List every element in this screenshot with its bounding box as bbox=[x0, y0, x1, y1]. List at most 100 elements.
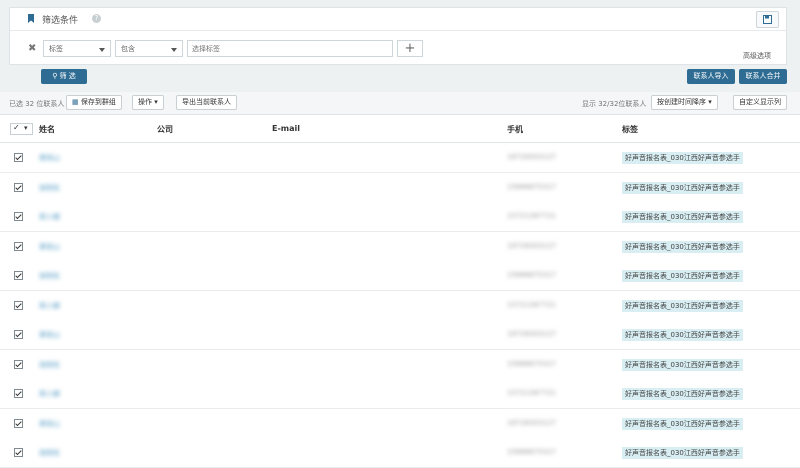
contact-phone: 18728303127 bbox=[507, 153, 556, 161]
table-row[interactable]: 胡雨松 15886875317 好声音报名表_030江西好声音参选手 bbox=[0, 261, 800, 291]
contact-name[interactable]: 蒋小娜 bbox=[39, 212, 60, 222]
contact-tag: 好声音报名表_030江西好声音参选手 bbox=[622, 447, 743, 459]
row-checkbox[interactable] bbox=[14, 241, 23, 251]
column-header-email[interactable]: E-mail bbox=[272, 124, 300, 133]
select-all-checkbox[interactable]: ✓ ▾ bbox=[10, 123, 33, 135]
column-header-tags[interactable]: 标签 bbox=[622, 124, 638, 135]
row-checkbox[interactable] bbox=[14, 418, 23, 428]
contact-tag: 好声音报名表_030江西好声音参选手 bbox=[622, 417, 743, 430]
contact-phone: 15886875317 bbox=[507, 182, 556, 191]
contact-tag: 好声音报名表_030江西好声音参选手 bbox=[622, 270, 743, 282]
table-row[interactable]: 蒋小娜 15721387721 好声音报名表_030江西好声音参选手 bbox=[0, 202, 800, 232]
contact-name[interactable]: 黄雨山 bbox=[39, 330, 60, 340]
contact-tag: 好声音报名表_030江西好声音参选手 bbox=[622, 358, 743, 371]
floppy-icon bbox=[763, 15, 772, 24]
contact-tag: 好声音报名表_030江西好声音参选手 bbox=[622, 329, 743, 341]
add-condition-button[interactable]: + bbox=[397, 40, 423, 57]
help-icon[interactable]: ? bbox=[92, 14, 101, 23]
sort-label: 按创建时间降序 bbox=[657, 98, 706, 106]
filter-button[interactable]: ⚲ 筛 选 bbox=[41, 69, 87, 84]
contact-name[interactable]: 黄雨山 bbox=[39, 242, 60, 252]
field-select[interactable]: 标签 bbox=[43, 40, 111, 57]
checkmark-icon: ✓ bbox=[13, 123, 20, 132]
row-checkbox[interactable] bbox=[14, 182, 23, 192]
table-row[interactable]: 胡雨松 15886875317 好声音报名表_030江西好声音参选手 bbox=[0, 438, 800, 468]
actions-label: 操作 bbox=[138, 98, 152, 106]
sort-dropdown[interactable]: 按创建时间降序 ▾ bbox=[651, 95, 718, 110]
table-row[interactable]: 胡雨松 15886875317 好声音报名表_030江西好声音参选手 bbox=[0, 172, 800, 203]
advanced-options-link[interactable]: 高级选项 bbox=[743, 51, 771, 61]
save-filter-button[interactable] bbox=[756, 11, 779, 28]
column-header-name[interactable]: 姓名 bbox=[39, 124, 55, 135]
caret-down-icon: ▾ bbox=[24, 124, 28, 132]
import-contacts-button[interactable]: 联系人导入 bbox=[687, 69, 735, 84]
chevron-down-icon bbox=[171, 48, 177, 52]
filter-panel-header: 筛选条件 ? bbox=[10, 8, 786, 31]
showing-count: 显示 32/32位联系人 bbox=[582, 100, 647, 108]
contact-phone: 15886875317 bbox=[507, 448, 556, 456]
caret-down-icon: ▾ bbox=[154, 98, 158, 106]
row-checkbox[interactable] bbox=[14, 300, 23, 310]
column-header-company[interactable]: 公司 bbox=[157, 124, 173, 135]
operator-select[interactable]: 包含 bbox=[115, 40, 183, 57]
contact-tag: 好声音报名表_030江西好声音参选手 bbox=[622, 388, 743, 400]
actions-dropdown[interactable]: 操作 ▾ bbox=[132, 95, 164, 110]
tag-value-input[interactable] bbox=[187, 40, 393, 57]
field-select-value: 标签 bbox=[49, 45, 63, 53]
contact-name[interactable]: 蒋小娜 bbox=[39, 389, 60, 399]
export-contacts-button[interactable]: 导出当前联系人 bbox=[176, 95, 237, 110]
column-header-phone[interactable]: 手机 bbox=[507, 124, 523, 135]
table-row[interactable]: 黄雨山 18728303127 好声音报名表_030江西好声音参选手 bbox=[0, 408, 800, 439]
contact-name[interactable]: 黄雨山 bbox=[39, 153, 60, 163]
remove-condition-icon[interactable]: ✖ bbox=[28, 44, 36, 54]
selected-count: 已选 32 位联系人 bbox=[9, 100, 65, 108]
contact-tag: 好声音报名表_030江西好声音参选手 bbox=[622, 181, 743, 194]
operator-select-value: 包含 bbox=[121, 45, 135, 53]
contact-phone: 18728303127 bbox=[507, 418, 556, 427]
contact-phone: 15721387721 bbox=[507, 212, 556, 220]
contact-phone: 15886875317 bbox=[507, 359, 556, 368]
search-icon: ⚲ bbox=[52, 72, 58, 80]
contact-phone: 15721387721 bbox=[507, 389, 556, 397]
contact-name[interactable]: 胡雨松 bbox=[39, 360, 60, 370]
table-row[interactable]: 黄雨山 18728303127 好声音报名表_030江西好声音参选手 bbox=[0, 143, 800, 173]
contact-tag: 好声音报名表_030江西好声音参选手 bbox=[622, 152, 743, 164]
merge-contacts-button[interactable]: 联系人合并 bbox=[739, 69, 787, 84]
contact-phone: 15886875317 bbox=[507, 271, 556, 279]
row-checkbox[interactable] bbox=[14, 389, 23, 398]
filter-title: 筛选条件 bbox=[42, 16, 79, 26]
list-toolbar: 已选 32 位联系人 ▦ 保存到群组 操作 ▾ 导出当前联系人 显示 32/32… bbox=[0, 92, 800, 115]
contact-tag: 好声音报名表_030江西好声音参选手 bbox=[622, 211, 743, 223]
row-checkbox[interactable] bbox=[14, 448, 23, 457]
caret-down-icon: ▾ bbox=[708, 98, 712, 106]
contact-tag: 好声音报名表_030江西好声音参选手 bbox=[622, 299, 743, 312]
table-row[interactable]: 蒋小娜 15721387721 好声音报名表_030江西好声音参选手 bbox=[0, 290, 800, 321]
table-row[interactable]: 黄雨山 18728303127 好声音报名表_030江西好声音参选手 bbox=[0, 231, 800, 262]
contact-name[interactable]: 蒋小娜 bbox=[39, 301, 60, 311]
contact-tag: 好声音报名表_030江西好声音参选手 bbox=[622, 240, 743, 253]
custom-columns-button[interactable]: 自定义显示列 bbox=[733, 95, 787, 110]
row-checkbox[interactable] bbox=[14, 271, 23, 280]
contact-phone: 18728303127 bbox=[507, 241, 556, 250]
contact-name[interactable]: 胡雨松 bbox=[39, 183, 60, 193]
chevron-down-icon bbox=[99, 48, 105, 52]
table-header: ✓ ▾ 姓名 公司 E-mail 手机 标签 bbox=[0, 115, 800, 144]
table-row[interactable]: 蒋小娜 15721387721 好声音报名表_030江西好声音参选手 bbox=[0, 379, 800, 409]
row-checkbox[interactable] bbox=[14, 330, 23, 339]
contact-name[interactable]: 胡雨松 bbox=[39, 271, 60, 281]
grid-icon: ▦ bbox=[72, 98, 79, 106]
contact-name[interactable]: 胡雨松 bbox=[39, 448, 60, 458]
filter-panel: 筛选条件 ? ✖ 标签 包含 + 高级选项 bbox=[9, 7, 787, 65]
row-checkbox[interactable] bbox=[14, 212, 23, 221]
filter-button-label: 筛 选 bbox=[59, 72, 76, 80]
contact-phone: 15721387721 bbox=[507, 300, 556, 309]
contact-name[interactable]: 黄雨山 bbox=[39, 419, 60, 429]
save-to-group-label: 保存到群组 bbox=[80, 98, 116, 106]
bookmark-icon bbox=[28, 14, 34, 23]
row-checkbox[interactable] bbox=[14, 153, 23, 162]
save-to-group-button[interactable]: ▦ 保存到群组 bbox=[66, 95, 122, 110]
table-row[interactable]: 黄雨山 18728303127 好声音报名表_030江西好声音参选手 bbox=[0, 320, 800, 350]
table-row[interactable]: 胡雨松 15886875317 好声音报名表_030江西好声音参选手 bbox=[0, 349, 800, 380]
contact-phone: 18728303127 bbox=[507, 330, 556, 338]
row-checkbox[interactable] bbox=[14, 359, 23, 369]
